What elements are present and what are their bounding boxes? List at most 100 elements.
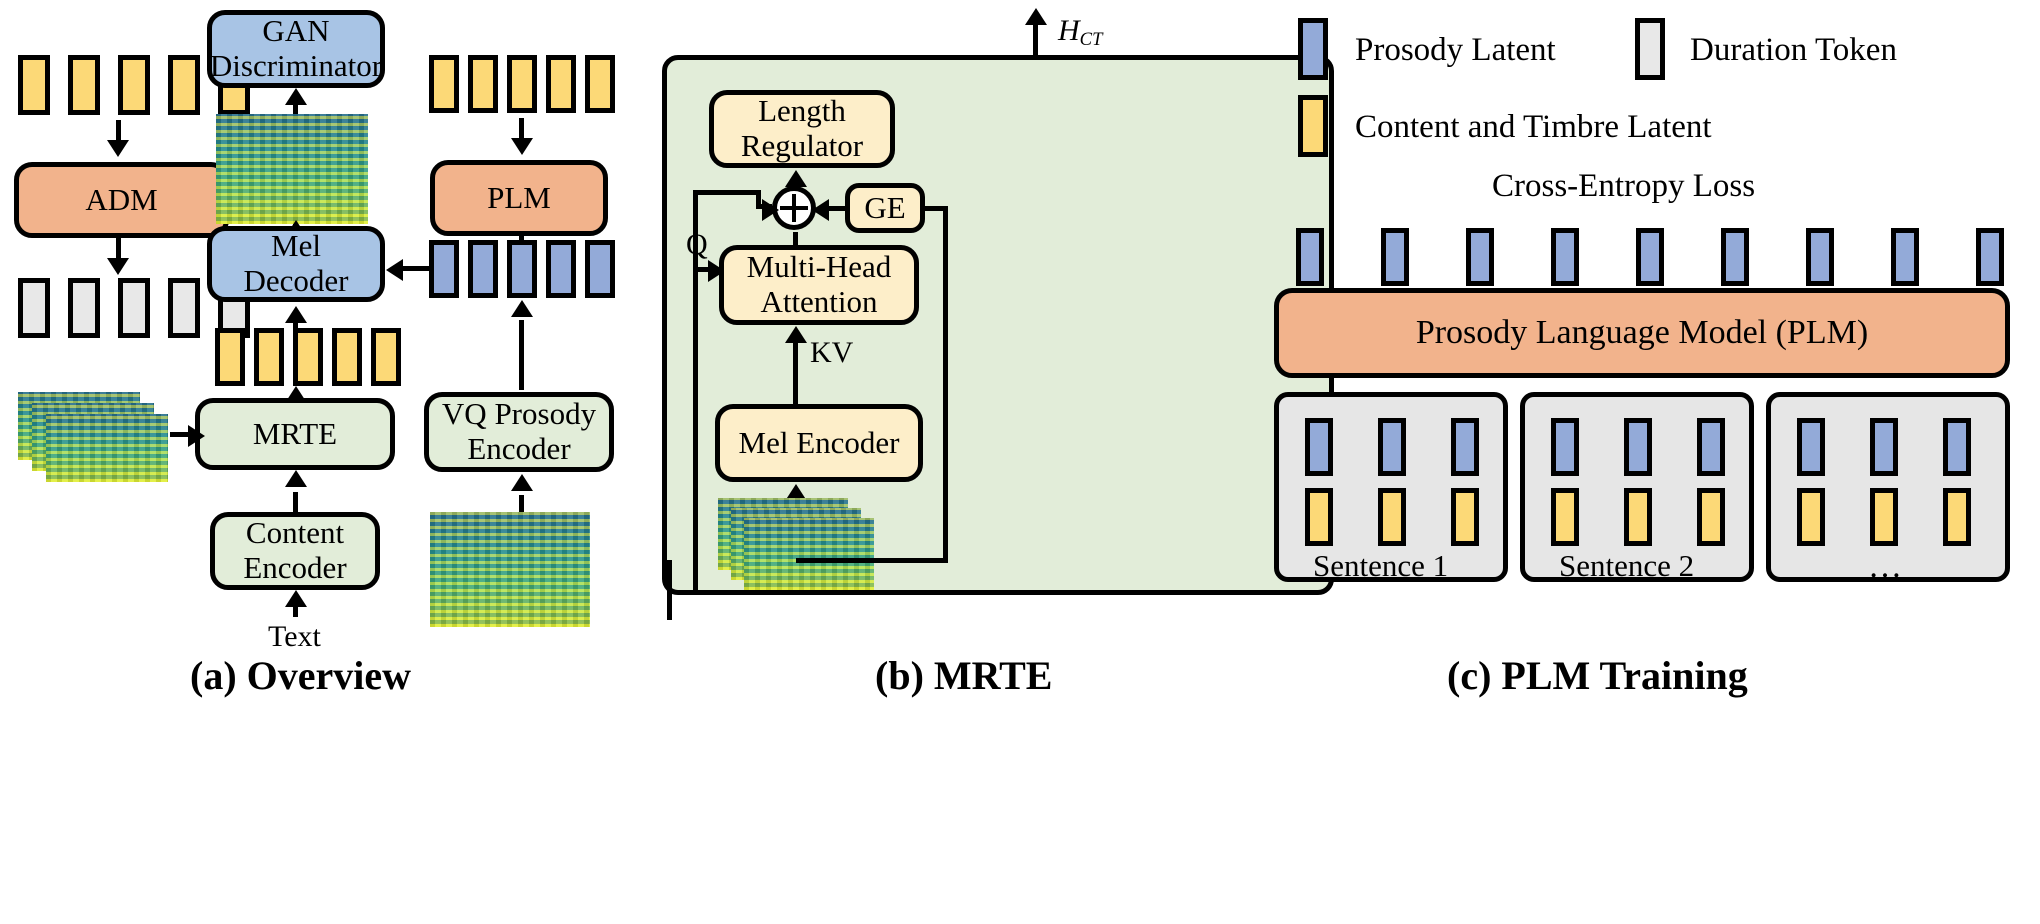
sentence-label: Sentence 2 xyxy=(1559,548,1695,583)
node-length-regulator-label: Length Regulator xyxy=(740,93,864,163)
content-timbre-token xyxy=(1305,488,1333,546)
reference-mel-stack xyxy=(18,392,178,482)
node-prosody-language-model[interactable]: Prosody Language Model (PLM) xyxy=(1274,288,2010,378)
prosody-latent-token xyxy=(468,240,498,298)
arrow-head-up-icon xyxy=(785,170,807,187)
node-gan-discriminator-label: GAN Discriminator xyxy=(209,13,383,83)
legend-label-content-timbre-latent: Content and Timbre Latent xyxy=(1355,109,1712,145)
ge-feedback-line xyxy=(796,558,948,563)
arrow-head-up-icon xyxy=(285,306,307,323)
legend-label-prosody-latent: Prosody Latent xyxy=(1355,32,1556,68)
arrow-line xyxy=(793,232,798,250)
prosody-latent-swatch xyxy=(1298,18,1328,80)
content-timbre-token xyxy=(1697,488,1725,546)
panel-caption-c: (c) PLM Training xyxy=(1447,653,1748,698)
content-timbre-token xyxy=(371,328,401,386)
prosody-latent-token xyxy=(1381,228,1409,286)
output-hct-label: HCT xyxy=(1058,14,1102,51)
content-timbre-token xyxy=(468,55,498,113)
node-mel-encoder-label: Mel Encoder xyxy=(738,424,900,460)
prosody-latent-token xyxy=(1551,228,1579,286)
panel-caption-a: (a) Overview xyxy=(190,653,412,698)
content-timbre-token xyxy=(429,55,459,113)
content-timbre-token xyxy=(546,55,576,113)
panel-overview: ADM GAN Discriminator Mel Decoder MRTE C… xyxy=(0,0,640,924)
arrow-line xyxy=(116,238,121,260)
text-input-label: Text xyxy=(268,620,321,653)
ge-feedback-line xyxy=(923,206,948,211)
arrow-head-down-icon xyxy=(107,258,129,275)
hct-base: H xyxy=(1058,14,1080,47)
prosody-latent-token xyxy=(1721,228,1749,286)
query-label: Q xyxy=(686,228,708,261)
panel-plm-training: Prosody Latent Duration Token Content an… xyxy=(1260,0,2040,924)
content-timbre-token xyxy=(168,55,200,115)
arrow-line xyxy=(402,266,432,271)
mel-spectrogram-layer xyxy=(46,414,168,482)
duration-token xyxy=(118,278,150,338)
cross-entropy-loss-label: Cross-Entropy Loss xyxy=(1492,168,1756,204)
arrow-head-down-icon xyxy=(107,140,129,157)
arrow-head-down-icon xyxy=(511,138,533,155)
content-timbre-token xyxy=(1378,488,1406,546)
node-content-encoder[interactable]: Content Encoder xyxy=(210,512,380,590)
arrow-head-up-icon xyxy=(285,590,307,607)
prosody-latent-token xyxy=(1870,418,1898,476)
node-gan-discriminator[interactable]: GAN Discriminator xyxy=(207,10,385,88)
arrow-head-right-icon xyxy=(762,199,779,221)
duration-token xyxy=(168,278,200,338)
legend-label-duration-token: Duration Token xyxy=(1690,32,1897,68)
node-adm-label: ADM xyxy=(85,181,158,217)
arrow-head-up-icon xyxy=(511,300,533,317)
node-ge-label: GE xyxy=(864,189,906,225)
prosody-latent-token xyxy=(546,240,576,298)
node-content-encoder-label: Content Encoder xyxy=(243,515,347,585)
prosody-latent-token xyxy=(507,240,537,298)
arrow-head-up-icon xyxy=(1025,8,1047,25)
content-timbre-token xyxy=(1797,488,1825,546)
content-timbre-token xyxy=(1451,488,1479,546)
node-multi-head-attention[interactable]: Multi-Head Attention xyxy=(719,245,919,325)
content-timbre-token xyxy=(585,55,615,113)
prosody-latent-token xyxy=(1636,228,1664,286)
content-timbre-token xyxy=(293,328,323,386)
content-timbre-token xyxy=(118,55,150,115)
node-prosody-language-model-label: Prosody Language Model (PLM) xyxy=(1415,313,1869,351)
duration-token xyxy=(68,278,100,338)
arrow-line xyxy=(793,338,798,406)
prosody-latent-token xyxy=(1451,418,1479,476)
mel-spectrogram-predicted xyxy=(216,114,368,224)
prosody-latent-token xyxy=(1378,418,1406,476)
content-timbre-token xyxy=(507,55,537,113)
arrow-head-left-icon xyxy=(812,199,829,221)
prosody-latent-token xyxy=(585,240,615,298)
mel-spectrogram-stack xyxy=(718,498,908,596)
content-timbre-token xyxy=(215,328,245,386)
node-ge[interactable]: GE xyxy=(845,183,925,233)
arrow-line xyxy=(116,120,121,142)
prosody-latent-token xyxy=(1305,418,1333,476)
prosody-latent-token xyxy=(1551,418,1579,476)
sentence-label: … xyxy=(1868,548,1902,585)
prosody-latent-token xyxy=(1697,418,1725,476)
keyvalue-label: KV xyxy=(810,336,854,369)
prosody-latent-token xyxy=(429,240,459,298)
node-mel-encoder[interactable]: Mel Encoder xyxy=(715,404,923,482)
content-timbre-token xyxy=(18,55,50,115)
arrow-head-right-icon xyxy=(188,425,205,447)
node-mel-decoder[interactable]: Mel Decoder xyxy=(207,226,385,302)
node-vq-prosody-encoder[interactable]: VQ Prosody Encoder xyxy=(424,392,614,472)
arrow-head-up-icon xyxy=(285,470,307,487)
panel-mrte: HCT Length Regulator GE Q Multi-Head Att… xyxy=(640,0,1334,924)
node-adm[interactable]: ADM xyxy=(14,162,229,238)
prosody-latent-token xyxy=(1624,418,1652,476)
node-mrte[interactable]: MRTE xyxy=(195,398,395,470)
node-multi-head-attention-label: Multi-Head Attention xyxy=(746,249,892,319)
node-length-regulator[interactable]: Length Regulator xyxy=(709,90,895,168)
arrow-head-left-icon xyxy=(386,259,403,281)
node-plm[interactable]: PLM xyxy=(430,160,608,236)
prosody-latent-token xyxy=(1891,228,1919,286)
residual-skip-line xyxy=(693,190,761,195)
hct-subscript: CT xyxy=(1079,29,1103,51)
prosody-latent-token xyxy=(1296,228,1324,286)
